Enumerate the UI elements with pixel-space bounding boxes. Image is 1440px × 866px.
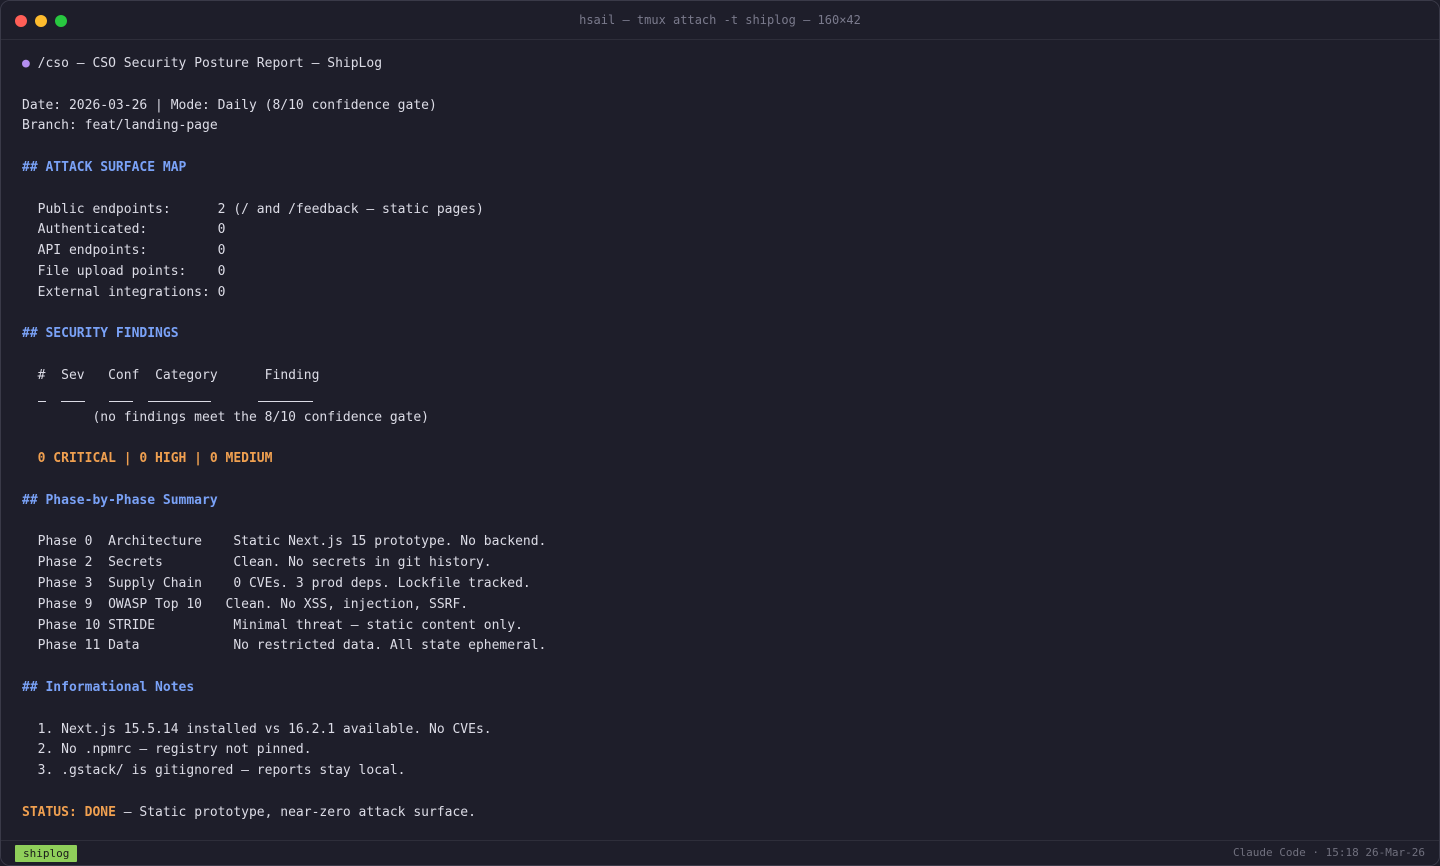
security-findings-heading: ## SECURITY FINDINGS [22, 326, 179, 342]
session-tag[interactable]: shiplog [15, 845, 78, 862]
phase-row: Phase 2 Secrets Clean. No secrets in git… [22, 555, 492, 571]
command-text: /cso — CSO Security Posture Report — Shi… [29, 56, 383, 71]
phase-row: Phase 0 Architecture Static Next.js 15 p… [22, 534, 547, 550]
rule [258, 387, 314, 402]
note-item: 1. Next.js 15.5.14 installed vs 16.2.1 a… [22, 721, 492, 737]
phase-summary-heading: ## Phase-by-Phase Summary [22, 492, 218, 508]
branch-line: Branch: feat/landing-page [22, 118, 218, 134]
window-title: hsail — tmux attach -t shiplog — 160×42 [579, 13, 861, 27]
phase-row: Phase 11 Data No restricted data. All st… [22, 638, 547, 654]
findings-table-header: # Sev Conf Category Finding [22, 366, 1419, 387]
severity-summary: 0 CRITICAL | 0 HIGH | 0 MEDIUM [22, 451, 273, 467]
attack-row: External integrations: 0 [22, 284, 226, 300]
rule [61, 387, 86, 402]
findings-empty-message: (no findings meet the 8/10 confidence ga… [22, 409, 429, 425]
attack-row: Public endpoints: 2 (/ and /feedback — s… [22, 201, 484, 217]
note-item: 3. .gstack/ is gitignored — reports stay… [22, 763, 406, 779]
col-sev: Sev [61, 367, 85, 383]
note-item: 2. No .npmrc — registry not pinned. [22, 742, 312, 758]
findings-table-rule [22, 387, 1419, 408]
status-right-info: Claude Code · 15:18 26-Mar-26 [1232, 846, 1425, 859]
status-label: STATUS: DONE [22, 804, 116, 820]
tmux-status-bar: shiplog Claude Code · 15:18 26-Mar-26 [1, 840, 1439, 865]
status-text: — Static prototype, near-zero attack sur… [115, 804, 476, 820]
informational-notes-heading: ## Informational Notes [22, 679, 195, 695]
command-line: ● /cso — CSO Security Posture Report — S… [22, 54, 1419, 75]
title-bar: hsail — tmux attach -t shiplog — 160×42 [1, 1, 1439, 40]
attack-row: API endpoints: 0 [22, 243, 226, 259]
rule [37, 387, 46, 402]
status-line: STATUS: DONE — Static prototype, near-ze… [22, 803, 1419, 824]
terminal-window: hsail — tmux attach -t shiplog — 160×42 … [0, 0, 1440, 866]
bullet-icon: ● [22, 56, 30, 71]
attack-surface-heading: ## ATTACK SURFACE MAP [22, 159, 187, 175]
phase-row: Phase 10 STRIDE Minimal threat — static … [22, 617, 523, 633]
attack-row: Authenticated: 0 [22, 222, 226, 238]
rule [108, 387, 133, 402]
attack-row: File upload points: 0 [22, 263, 226, 279]
terminal-output[interactable]: ● /cso — CSO Security Posture Report — S… [22, 54, 1419, 823]
col-num: # [37, 367, 46, 383]
phase-row: Phase 9 OWASP Top 10 Clean. No XSS, inje… [22, 596, 469, 612]
col-conf: Conf [108, 367, 140, 383]
rule [148, 387, 212, 402]
phase-row: Phase 3 Supply Chain 0 CVEs. 3 prod deps… [22, 575, 531, 591]
col-category: Category [155, 367, 218, 383]
date-line: Date: 2026-03-26 | Mode: Daily (8/10 con… [22, 97, 437, 113]
col-finding: Finding [264, 367, 320, 383]
